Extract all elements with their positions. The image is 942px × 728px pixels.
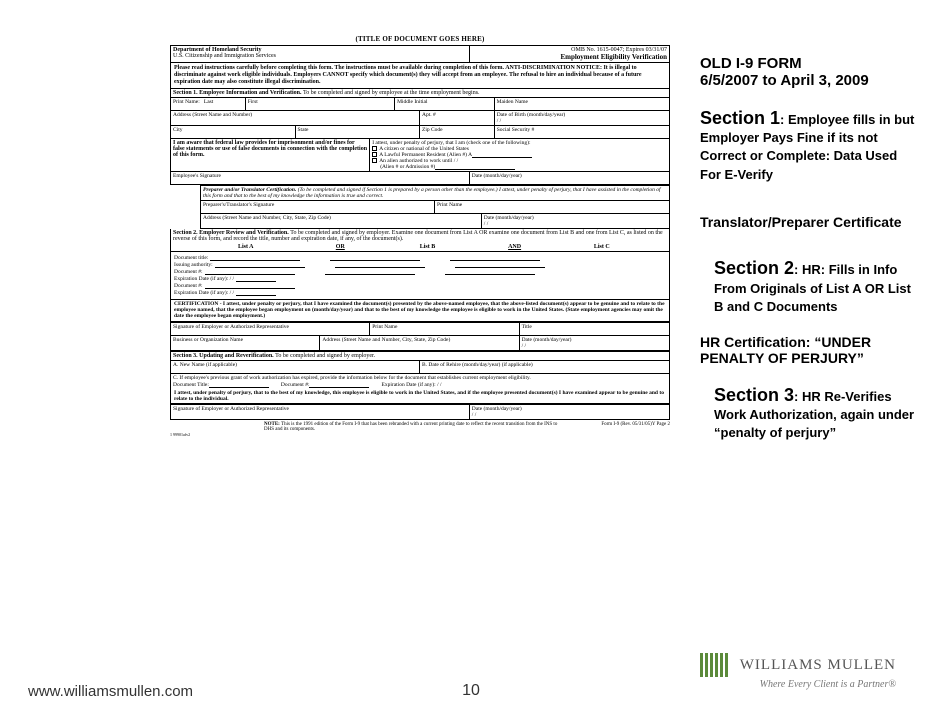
business-name: Business or Organization Name xyxy=(171,336,320,350)
emp-sig-date: Date (month/day/year) xyxy=(470,172,669,184)
bottom-code: 1 99901afv2 xyxy=(170,432,670,437)
section-3-bar: Section 3. Updating and Reverification. … xyxy=(170,351,670,360)
new-name-field: A. New Name (if applicable) xyxy=(171,361,420,373)
footer-url: www.williamsmullen.com xyxy=(28,683,193,700)
list-c-header: List C xyxy=(535,243,670,251)
translator-annotation: Translator/Preparer Certificate xyxy=(700,214,920,230)
preparer-block: Preparer and/or Translator Certification… xyxy=(200,185,670,229)
maiden-name-field: Maiden Name xyxy=(495,98,669,110)
document-lines: Document title: Issuing authority: Docum… xyxy=(170,252,670,300)
preparer-signature: Preparer's/Translator's Signature xyxy=(201,201,435,213)
sec3-signature: Signature of Employer or Authorized Repr… xyxy=(171,405,470,419)
form-name: Employment Eligibility Verification xyxy=(472,53,667,61)
attestation-options: I attest, under penalty of perjury, that… xyxy=(370,139,669,171)
dept-line-2: U.S. Citizenship and Immigration Service… xyxy=(173,53,467,59)
section-1-bar: Section 1. Employee Information and Veri… xyxy=(170,88,670,97)
address-field: Address (Street Name and Number) xyxy=(171,111,420,125)
section-3-annotation: Section 3: HR Re-Verifies Work Authoriza… xyxy=(700,385,920,443)
zip-field: Zip Code xyxy=(420,126,495,138)
section-3c-line: C. If employee's previous grant of work … xyxy=(171,374,669,389)
section-2-annotation: Section 2: HR: Fills in Info From Origin… xyxy=(700,258,920,316)
list-a-header: List A xyxy=(171,243,320,251)
first-name-field: First xyxy=(246,98,395,110)
dob-field: Date of Birth (month/day/year)/ / xyxy=(495,111,669,125)
i9-form: (TITLE OF DOCUMENT GOES HERE) Department… xyxy=(170,35,670,437)
cert-date: Date (month/day/year)/ / xyxy=(520,336,669,350)
section-1-annotation: Section 1: Employee fills in but Employe… xyxy=(700,108,920,185)
hr-cert-annotation: HR Certification: “UNDER PENALTY OF PERJ… xyxy=(700,334,920,366)
logo-tagline: Where Every Client is a Partner® xyxy=(700,679,896,690)
preparer-date: Date (month/day/year)/ / xyxy=(482,214,669,228)
employer-signature: Signature of Employer or Authorized Repr… xyxy=(171,323,370,335)
section-3-attest: I attest, under penalty of perjury, that… xyxy=(170,389,670,405)
preparer-print-name: Print Name xyxy=(435,201,669,213)
annotations-panel: OLD I-9 FORM 6/5/2007 to April 3, 2009 S… xyxy=(700,55,920,461)
state-field: State xyxy=(296,126,421,138)
page-number: 10 xyxy=(462,682,480,700)
apt-field: Apt. # xyxy=(420,111,495,125)
or-label: OR xyxy=(320,243,360,251)
form-footnote: NOTE: This is the 1991 edition of the Fo… xyxy=(170,422,670,432)
anti-discrimination-notice: Please read instructions carefully befor… xyxy=(170,62,670,88)
preparer-address: Address (Street Name and Number, City, S… xyxy=(201,214,482,228)
aware-statement: I am aware that federal law provides for… xyxy=(171,139,370,171)
list-b-header: List B xyxy=(360,243,494,251)
ssn-field: Social Security # xyxy=(495,126,669,138)
business-address: Address (Street Name and Number, City, S… xyxy=(320,336,519,350)
employer-print-name: Print Name xyxy=(370,323,519,335)
logo-name: WILLIAMS MULLEN xyxy=(740,657,896,674)
williams-mullen-logo: WILLIAMS MULLEN Where Every Client is a … xyxy=(700,653,896,690)
rehire-date-field: B. Date of Rehire (month/day/year) (if a… xyxy=(420,361,669,373)
employee-signature: Employee's Signature xyxy=(171,172,470,184)
sec3-date: Date (month/day/year)/ / xyxy=(470,405,669,419)
section-2-bar: Section 2. Employer Review and Verificat… xyxy=(170,229,670,243)
print-name-label: Print Name: Last xyxy=(171,98,246,110)
logo-stripes-icon xyxy=(700,653,730,677)
form-title: (TITLE OF DOCUMENT GOES HERE) xyxy=(170,35,670,43)
form-revision: Form I-9 (Rev. 05/31/05)Y Page 2 xyxy=(570,422,670,432)
employer-title: Title xyxy=(520,323,669,335)
certification-text: CERTIFICATION - I attest, under penalty … xyxy=(170,300,670,322)
middle-initial-field: Middle Initial xyxy=(395,98,495,110)
city-field: City xyxy=(171,126,296,138)
and-label: AND xyxy=(495,243,535,251)
old-form-annotation: OLD I-9 FORM 6/5/2007 to April 3, 2009 xyxy=(700,55,920,90)
